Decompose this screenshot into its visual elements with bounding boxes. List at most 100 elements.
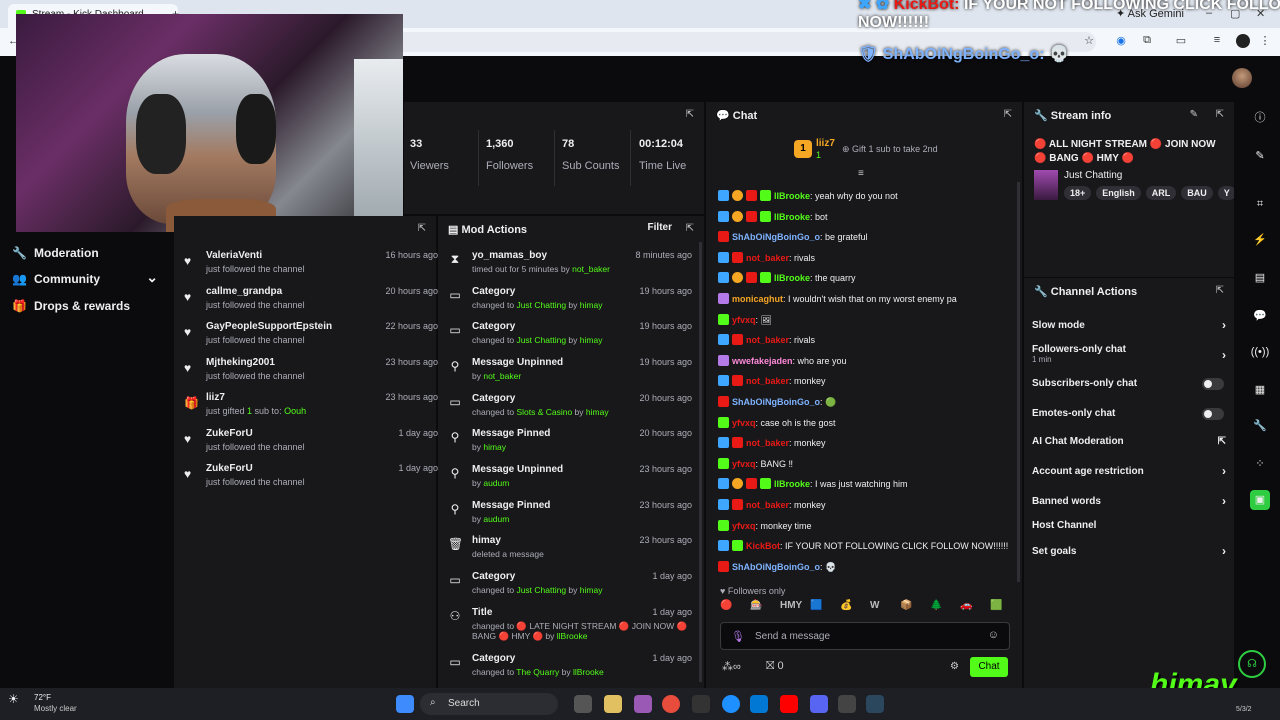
- collapse-icon[interactable]: ≡: [858, 168, 864, 179]
- chevron-down-icon[interactable]: ⌄: [146, 266, 158, 288]
- chat-message[interactable]: wwefakejaden: who are you: [718, 354, 1012, 373]
- wrench-icon[interactable]: 🔧: [1250, 416, 1270, 436]
- activity-user[interactable]: callme_grandpa: [206, 286, 282, 297]
- info-icon[interactable]: ⓘ: [1250, 108, 1270, 128]
- channel-action-row[interactable]: Account age restriction ›: [1032, 464, 1226, 478]
- chat-username[interactable]: llBrooke: [774, 479, 810, 489]
- chat-message[interactable]: not_baker: rivals: [718, 334, 1012, 352]
- chat-message[interactable]: not_baker: monkey: [718, 499, 1012, 517]
- emote[interactable]: HMY: [780, 600, 802, 611]
- channel-action-row[interactable]: Host Channel: [1032, 520, 1226, 531]
- chat-username[interactable]: not_baker: [746, 438, 789, 448]
- edge-icon[interactable]: [722, 695, 740, 713]
- emote[interactable]: 🟦: [810, 600, 822, 611]
- chat-username[interactable]: monicaghut: [732, 294, 783, 304]
- chat-message[interactable]: yfvxq: monkey time: [718, 519, 1012, 538]
- gift-box-icon[interactable]: ⛝ 0: [766, 660, 784, 673]
- task-view-icon[interactable]: [574, 695, 592, 713]
- channel-action-row[interactable]: AI Chat Moderation ⇱: [1032, 436, 1226, 447]
- mod-action-highlight[interactable]: audum: [483, 478, 509, 488]
- stream-category[interactable]: Just Chatting: [1064, 170, 1122, 181]
- grid-icon[interactable]: ⁘: [1250, 454, 1270, 474]
- expand-icon[interactable]: ⇱: [1216, 285, 1224, 296]
- edit-pencil-icon[interactable]: ✎: [1190, 109, 1198, 120]
- send-chat-button[interactable]: Chat: [970, 657, 1008, 677]
- chat-message[interactable]: llBrooke: bot: [718, 210, 1012, 229]
- chat-username[interactable]: not_baker: [746, 500, 789, 510]
- chat-message[interactable]: not_baker: monkey: [718, 375, 1012, 393]
- gift-prompt[interactable]: ⊕ Gift 1 sub to take 2nd: [842, 144, 938, 155]
- windows-start-icon[interactable]: [396, 695, 414, 713]
- stream-tag[interactable]: 18+: [1064, 186, 1092, 200]
- chat-input[interactable]: 🎙 Send a message ☺: [720, 622, 1010, 650]
- chat-username[interactable]: KickBot: [746, 541, 780, 551]
- user-avatar[interactable]: [1232, 68, 1252, 88]
- channel-action-row[interactable]: Emotes-only chat: [1032, 408, 1226, 420]
- chat-message[interactable]: ShAbOiNgBoinGo_o: be grateful: [718, 231, 1012, 249]
- emote[interactable]: 🟩: [990, 600, 1002, 611]
- chat-username[interactable]: yfvxq: [732, 418, 756, 428]
- channel-action-row[interactable]: Subscribers-only chat: [1032, 378, 1226, 390]
- chat-username[interactable]: wwefakejaden: [732, 356, 793, 366]
- chat-username[interactable]: ShAbOiNgBoinGo_o: [732, 397, 820, 407]
- stream-tag[interactable]: ARL: [1145, 186, 1177, 200]
- chat-username[interactable]: ShAbOiNgBoinGo_o: [732, 562, 820, 572]
- stream-tag[interactable]: English: [1096, 186, 1141, 200]
- chat-message[interactable]: ShAbOiNgBoinGo_o: 🟢: [718, 396, 1012, 414]
- activity-user[interactable]: ZukeForU: [206, 428, 253, 439]
- mod-action-highlight[interactable]: not_baker: [572, 264, 610, 274]
- kick-app-icon[interactable]: ▣: [1250, 490, 1270, 510]
- mod-action-user[interactable]: himay: [580, 300, 603, 310]
- layout-icon[interactable]: ▦: [1250, 380, 1270, 400]
- mod-action-highlight[interactable]: Just Chatting: [516, 335, 566, 345]
- chat-message[interactable]: monicaghut: I wouldn't wish that on my w…: [718, 293, 1012, 311]
- weather-icon[interactable]: ☀: [8, 692, 19, 706]
- app-icon[interactable]: [634, 695, 652, 713]
- emote[interactable]: 📦: [900, 600, 912, 611]
- app-icon[interactable]: [838, 695, 856, 713]
- taskbar-search[interactable]: ⌕ Search: [420, 693, 558, 715]
- mod-action-highlight[interactable]: not_baker: [483, 371, 521, 381]
- chat-username[interactable]: yfvxq: [732, 315, 756, 325]
- expand-icon[interactable]: ⇱: [1216, 109, 1224, 120]
- activity-user[interactable]: liiz7: [206, 392, 225, 403]
- mod-action-highlight[interactable]: The Quarry: [516, 667, 559, 677]
- toggle-switch[interactable]: [1202, 378, 1224, 390]
- chat-username[interactable]: llBrooke: [774, 212, 810, 222]
- expand-icon[interactable]: ⇱: [686, 223, 694, 234]
- chat-username[interactable]: not_baker: [746, 253, 789, 263]
- activity-user[interactable]: Mjtheking2001: [206, 357, 275, 368]
- mod-action-highlight[interactable]: Just Chatting: [516, 300, 566, 310]
- top-gifter-name[interactable]: liiz7: [816, 138, 835, 149]
- sidebar-item-drops[interactable]: 🎁 Drops & rewards: [12, 295, 162, 317]
- emoji-icon[interactable]: ☺: [988, 629, 999, 641]
- emote[interactable]: 💰: [840, 600, 852, 611]
- chat-bubble-icon[interactable]: 💬: [1250, 306, 1270, 326]
- chat-message[interactable]: llBrooke: I was just watching him: [718, 478, 1012, 496]
- chat-message[interactable]: ShAbOiNgBoinGo_o: 💀: [718, 560, 1012, 579]
- emote[interactable]: 🌲: [930, 600, 942, 611]
- filter-button[interactable]: Filter: [648, 222, 672, 233]
- expand-icon[interactable]: ⇱: [418, 223, 426, 234]
- mod-action-user[interactable]: himay: [586, 407, 609, 417]
- discord-icon[interactable]: [810, 695, 828, 713]
- chat-message[interactable]: KickBot: IF YOUR NOT FOLLOWING CLICK FOL…: [718, 540, 1012, 558]
- sidebar-item-moderation[interactable]: 🔧 Moderation: [12, 242, 162, 264]
- emote[interactable]: 🚗: [960, 600, 972, 611]
- chat-message[interactable]: llBrooke: the quarry: [718, 272, 1012, 290]
- crop-icon[interactable]: ⌗: [1250, 194, 1270, 214]
- toggle-switch[interactable]: [1202, 408, 1224, 420]
- pen-icon[interactable]: ✎: [1250, 146, 1270, 166]
- clipboard-icon[interactable]: ▤: [1250, 268, 1270, 288]
- mod-action-user[interactable]: himay: [580, 335, 603, 345]
- mod-action-user[interactable]: himay: [580, 585, 603, 595]
- gift-recipient[interactable]: Oouh: [284, 406, 306, 416]
- mod-action-highlight[interactable]: himay: [483, 442, 506, 452]
- expand-icon[interactable]: ⇱: [1004, 109, 1012, 120]
- channel-action-row[interactable]: Set goals ›: [1032, 544, 1226, 558]
- emote[interactable]: 🎰: [750, 600, 762, 611]
- activity-user[interactable]: ValeriaVenti: [206, 250, 262, 261]
- mod-action-highlight[interactable]: Just Chatting: [516, 585, 566, 595]
- activity-user[interactable]: GayPeopleSupportEpstein: [206, 321, 332, 332]
- bolt-icon[interactable]: ⚡: [1250, 230, 1270, 250]
